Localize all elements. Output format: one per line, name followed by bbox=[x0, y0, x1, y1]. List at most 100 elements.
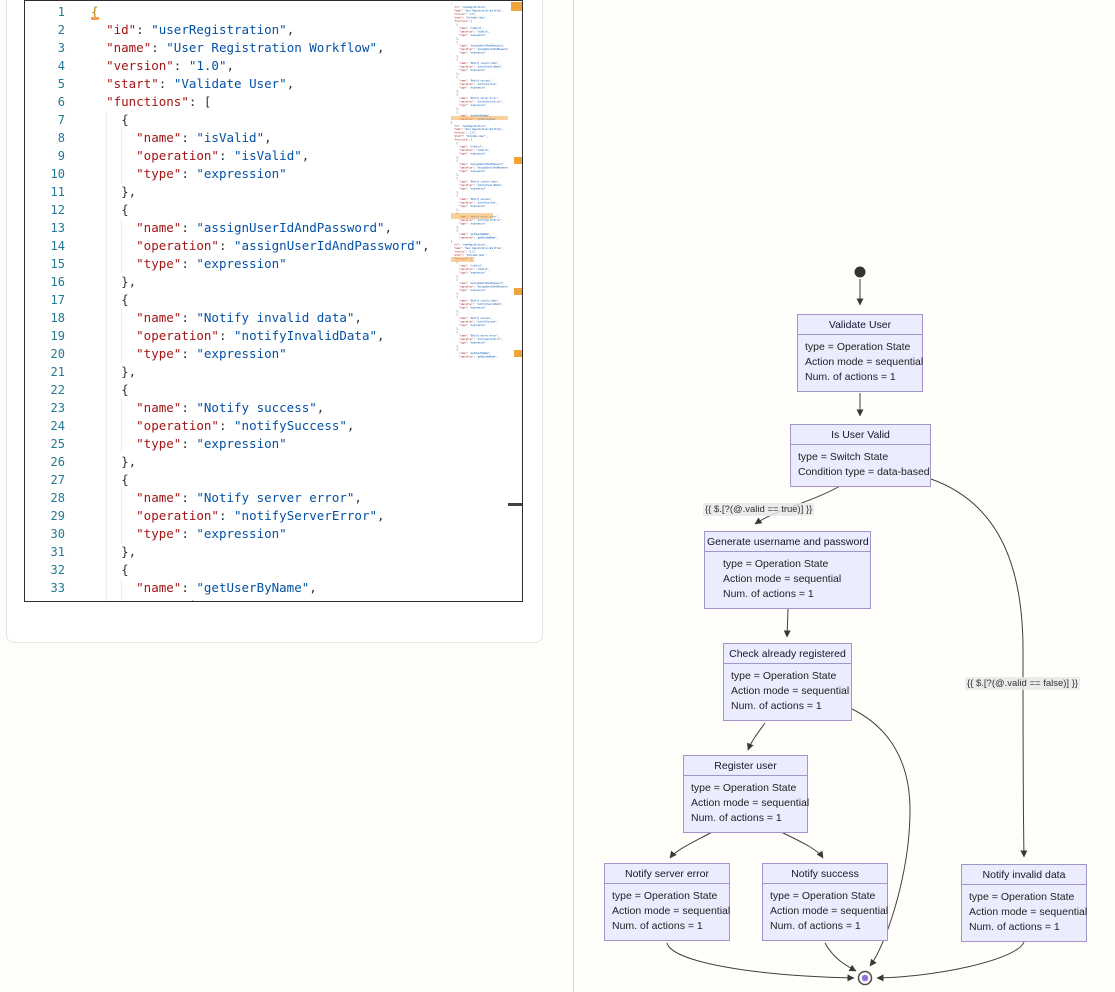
state-prop: Num. of actions = 1 bbox=[731, 699, 845, 714]
state-node-is-user-valid: Is User Valid type = Switch State Condit… bbox=[790, 424, 931, 487]
code-line[interactable]: 27 { bbox=[25, 471, 451, 489]
code-line[interactable]: 17 { bbox=[25, 291, 451, 309]
workflow-edges bbox=[574, 0, 1115, 992]
line-number: 18 bbox=[25, 309, 65, 327]
edge-generate-to-check bbox=[787, 609, 788, 637]
code-line[interactable]: 11 }, bbox=[25, 183, 451, 201]
line-number: 20 bbox=[25, 345, 65, 363]
code-line[interactable]: 15 "type": "expression" bbox=[25, 255, 451, 273]
line-number: 30 bbox=[25, 525, 65, 543]
state-node-check-already-registered: Check already registered type = Operatio… bbox=[723, 643, 852, 721]
line-number: 17 bbox=[25, 291, 65, 309]
code-line[interactable]: 20 "type": "expression" bbox=[25, 345, 451, 363]
line-number: 1 bbox=[25, 3, 65, 21]
code-line[interactable]: 26 }, bbox=[25, 453, 451, 471]
line-number: 4 bbox=[25, 57, 65, 75]
line-number: 29 bbox=[25, 507, 65, 525]
code-line[interactable]: 30 "type": "expression" bbox=[25, 525, 451, 543]
code-line[interactable]: 23 "name": "Notify success", bbox=[25, 399, 451, 417]
edge-label-valid-true: {{ $.[?(@.valid == true)] }} bbox=[703, 503, 814, 516]
state-prop: Action mode = sequential bbox=[691, 796, 801, 811]
code-line[interactable]: 16 }, bbox=[25, 273, 451, 291]
code-line[interactable]: 22 { bbox=[25, 381, 451, 399]
state-body: type = Operation State Action mode = seq… bbox=[724, 664, 851, 720]
line-number: 12 bbox=[25, 201, 65, 219]
line-number: 24 bbox=[25, 417, 65, 435]
code-line[interactable]: 19 "operation": "notifyInvalidData", bbox=[25, 327, 451, 345]
json-code-editor[interactable]: 1{2 "id": "userRegistration",3 "name": "… bbox=[24, 0, 523, 602]
code-line[interactable]: 24 "operation": "notifySuccess", bbox=[25, 417, 451, 435]
line-number: 15 bbox=[25, 255, 65, 273]
edge-notifysuccess-to-end bbox=[825, 943, 856, 971]
code-line[interactable]: 21 }, bbox=[25, 363, 451, 381]
code-line[interactable]: 31 }, bbox=[25, 543, 451, 561]
overview-ruler[interactable] bbox=[508, 2, 522, 599]
code-line[interactable]: 29 "operation": "notifyServerError", bbox=[25, 507, 451, 525]
line-number: 21 bbox=[25, 363, 65, 381]
code-line[interactable]: 3 "name": "User Registration Workflow", bbox=[25, 39, 451, 57]
state-body: type = Operation State Action mode = seq… bbox=[798, 335, 922, 391]
state-title: Register user bbox=[684, 756, 807, 776]
line-number: 14 bbox=[25, 237, 65, 255]
line-number: 32 bbox=[25, 561, 65, 579]
code-line[interactable]: 18 "name": "Notify invalid data", bbox=[25, 309, 451, 327]
state-prop: Action mode = sequential bbox=[770, 904, 881, 919]
state-prop: Num. of actions = 1 bbox=[612, 919, 723, 934]
state-body: type = Operation State Action mode = seq… bbox=[605, 884, 729, 940]
state-prop: Num. of actions = 1 bbox=[969, 920, 1080, 935]
state-node-validate-user: Validate User type = Operation State Act… bbox=[797, 314, 923, 392]
workflow-diagram-panel: Validate User type = Operation State Act… bbox=[573, 0, 1115, 992]
state-node-notify-success: Notify success type = Operation State Ac… bbox=[762, 863, 888, 941]
minimap-highlight bbox=[451, 116, 508, 120]
state-title: Notify server error bbox=[605, 864, 729, 884]
code-line[interactable]: 10 "type": "expression" bbox=[25, 165, 451, 183]
code-line[interactable]: 6 "functions": [ bbox=[25, 93, 451, 111]
code-line[interactable]: 33 "name": "getUserByName", bbox=[25, 579, 451, 597]
state-body: type = Switch State Condition type = dat… bbox=[791, 445, 930, 486]
line-number: 7 bbox=[25, 111, 65, 129]
code-line[interactable]: 9 "operation": "isValid", bbox=[25, 147, 451, 165]
state-node-notify-server-error: Notify server error type = Operation Sta… bbox=[604, 863, 730, 941]
edge-notifyservererror-to-end bbox=[667, 943, 854, 978]
state-title: Notify success bbox=[763, 864, 887, 884]
line-number: 9 bbox=[25, 147, 65, 165]
code-line[interactable]: 7 { bbox=[25, 111, 451, 129]
state-prop: type = Switch State bbox=[798, 450, 924, 465]
line-number: 26 bbox=[25, 453, 65, 471]
code-area[interactable]: 1{2 "id": "userRegistration",3 "name": "… bbox=[25, 3, 451, 601]
code-line[interactable]: 4 "version": "1.0", bbox=[25, 57, 451, 75]
state-title: Is User Valid bbox=[791, 425, 930, 445]
code-line[interactable]: 34 "operation": "getUserByName", bbox=[25, 597, 451, 601]
ruler-mark bbox=[511, 2, 522, 11]
line-number: 5 bbox=[25, 75, 65, 93]
line-number: 33 bbox=[25, 579, 65, 597]
line-number: 23 bbox=[25, 399, 65, 417]
line-number: 28 bbox=[25, 489, 65, 507]
editor-minimap[interactable]: { "id": "userRegistration", "name": "Use… bbox=[451, 2, 508, 599]
state-prop: Action mode = sequential bbox=[612, 904, 723, 919]
state-prop: type = Operation State bbox=[731, 669, 845, 684]
edge-label-valid-false: {{ $.[?(@.valid == false)] }} bbox=[965, 677, 1080, 690]
state-title: Generate username and password bbox=[705, 532, 870, 552]
state-node-notify-invalid-data: Notify invalid data type = Operation Sta… bbox=[961, 864, 1087, 942]
code-line[interactable]: 12 { bbox=[25, 201, 451, 219]
line-number: 2 bbox=[25, 21, 65, 39]
line-number: 10 bbox=[25, 165, 65, 183]
edge-notifyinvalid-to-end bbox=[877, 942, 1024, 978]
code-line[interactable]: 1{ bbox=[25, 3, 451, 21]
state-body: type = Operation State Action mode = seq… bbox=[763, 884, 887, 940]
code-line[interactable]: 25 "type": "expression" bbox=[25, 435, 451, 453]
state-prop: type = Operation State bbox=[969, 890, 1080, 905]
code-line[interactable]: 2 "id": "userRegistration", bbox=[25, 21, 451, 39]
code-line[interactable]: 32 { bbox=[25, 561, 451, 579]
code-line[interactable]: 8 "name": "isValid", bbox=[25, 129, 451, 147]
code-line[interactable]: 13 "name": "assignUserIdAndPassword", bbox=[25, 219, 451, 237]
state-prop: Num. of actions = 1 bbox=[805, 370, 916, 385]
state-body: type = Operation State Action mode = seq… bbox=[962, 885, 1086, 941]
line-number: 25 bbox=[25, 435, 65, 453]
code-line[interactable]: 5 "start": "Validate User", bbox=[25, 75, 451, 93]
end-state-node-inner bbox=[862, 975, 868, 981]
code-line[interactable]: 28 "name": "Notify server error", bbox=[25, 489, 451, 507]
state-prop: Condition type = data-based bbox=[798, 465, 924, 480]
code-line[interactable]: 14 "operation": "assignUserIdAndPassword… bbox=[25, 237, 451, 255]
